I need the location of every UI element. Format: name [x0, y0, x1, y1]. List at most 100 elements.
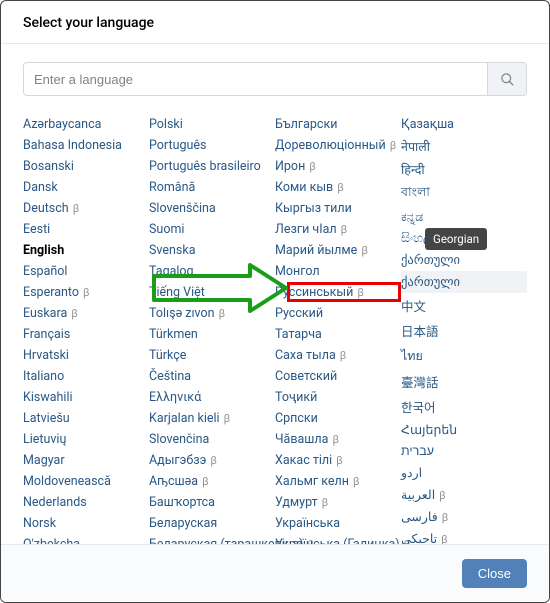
language-option[interactable]: Eesti [23, 219, 149, 240]
search-input[interactable] [23, 62, 487, 96]
language-option[interactable]: فارسیβ [401, 506, 527, 528]
language-option[interactable]: Polski [149, 114, 275, 135]
language-option[interactable]: Српски [275, 408, 401, 429]
language-option[interactable]: हिन्दी [401, 158, 527, 181]
language-option[interactable]: O'zbekcha [23, 534, 149, 544]
language-option[interactable]: עברית [401, 441, 527, 462]
language-option[interactable]: Slovenščina [149, 198, 275, 219]
language-option[interactable]: Hrvatski [23, 345, 149, 366]
language-option[interactable]: Nederlands [23, 492, 149, 513]
language-option[interactable]: Тоҷикӣ [275, 387, 401, 408]
language-label: O'zbekcha [23, 537, 80, 544]
language-label: Қазақша [401, 117, 454, 132]
language-option[interactable]: Dansk [23, 177, 149, 198]
language-option[interactable]: Tolışə zıvonβ [149, 303, 275, 324]
language-option[interactable]: Magyar [23, 450, 149, 471]
language-option[interactable]: Lietuvių [23, 429, 149, 450]
language-option[interactable]: Latviešu [23, 408, 149, 429]
language-option[interactable]: Удмуртβ [275, 492, 401, 513]
language-option[interactable]: 한국어 [401, 394, 527, 419]
language-option[interactable]: ქართული [401, 249, 527, 271]
language-option[interactable]: Хакас тілі β [275, 450, 401, 471]
language-option[interactable]: Slovenčina [149, 429, 275, 450]
language-option[interactable]: Лезги чІалβ [275, 219, 401, 240]
language-option[interactable]: 中文 [401, 293, 527, 318]
language-option[interactable]: Кыргыз тили [275, 198, 401, 219]
language-label: اردو [401, 465, 422, 481]
language-option[interactable]: Иронβ [275, 156, 401, 177]
language-label: 中文 [401, 296, 426, 315]
language-option[interactable]: Kiswahili [23, 387, 149, 408]
language-option[interactable]: Ελληνικά [149, 387, 275, 408]
language-option[interactable]: বাংলা [401, 181, 527, 207]
language-option[interactable]: Монгол [275, 261, 401, 282]
language-option[interactable]: اردو [401, 462, 527, 484]
language-option[interactable]: Karjalan kieliβ [149, 408, 275, 429]
language-option[interactable]: ไทย [401, 343, 527, 369]
beta-badge: β [322, 496, 329, 509]
language-option[interactable]: English [23, 240, 149, 261]
beta-badge: β [442, 511, 449, 524]
language-option[interactable]: Türkçe [149, 345, 275, 366]
language-option[interactable]: Moldovenească [23, 471, 149, 492]
language-option[interactable]: Azərbaycanca [23, 114, 149, 135]
language-option[interactable]: Tiếng Việt [149, 282, 275, 303]
language-option[interactable]: සිංහල [401, 228, 527, 249]
close-button[interactable]: Close [462, 559, 527, 588]
language-option[interactable]: Esperantoβ [23, 282, 149, 303]
language-label: Bosanski [23, 159, 74, 174]
language-option[interactable]: Татарча [275, 324, 401, 345]
language-option[interactable]: Norsk [23, 513, 149, 534]
language-option[interactable]: Bosanski [23, 156, 149, 177]
search-row [23, 62, 527, 96]
language-option[interactable]: العربيةβ [401, 484, 527, 506]
language-option[interactable]: Türkmen [149, 324, 275, 345]
language-option[interactable]: Дореволюціонныйβ [275, 135, 401, 156]
language-option[interactable]: Башҡортса [149, 492, 275, 513]
language-option[interactable]: Чӑвашлаβ [275, 429, 401, 450]
search-button[interactable] [487, 62, 527, 96]
language-label: Svenska [149, 243, 196, 258]
beta-badge: β [336, 454, 343, 467]
language-option[interactable]: ಕನ್ನಡ [401, 207, 527, 228]
language-option[interactable]: Français [23, 324, 149, 345]
language-option[interactable]: Саха тылаβ [275, 345, 401, 366]
language-option[interactable]: Хальмг келнβ [275, 471, 401, 492]
language-option[interactable]: Português [149, 135, 275, 156]
beta-badge: β [210, 454, 217, 467]
language-option[interactable]: Հայերեն [401, 419, 527, 441]
language-option[interactable]: Аҧсшәаβ [149, 471, 275, 492]
language-option[interactable]: Советский [275, 366, 401, 387]
language-option[interactable]: 日本語 [401, 318, 527, 343]
language-option[interactable]: Українська [275, 513, 401, 534]
language-option[interactable]: Адыгэбзэβ [149, 450, 275, 471]
language-option[interactable]: Suomi [149, 219, 275, 240]
language-label: Хакас тілі [275, 453, 332, 468]
language-option[interactable]: Română [149, 177, 275, 198]
language-label: Tiếng Việt [149, 285, 205, 300]
language-option[interactable]: Беларуская (тарашкевіца)β [149, 534, 275, 544]
language-label: ქართული [401, 252, 460, 268]
language-option[interactable]: Беларуская [149, 513, 275, 534]
language-option[interactable]: Қазақша [401, 114, 527, 135]
language-label: Тоҷикӣ [275, 390, 317, 405]
language-option[interactable]: 臺灣話 [401, 369, 527, 394]
language-option[interactable]: ქართული [401, 271, 527, 293]
language-option[interactable]: تاجیکیβ [401, 528, 527, 544]
language-option[interactable]: Марий йылмеβ [275, 240, 401, 261]
language-option[interactable]: Tagalog [149, 261, 275, 282]
language-option[interactable]: Коми кывβ [275, 177, 401, 198]
language-option[interactable]: Euskaraβ [23, 303, 149, 324]
language-option[interactable]: Italiano [23, 366, 149, 387]
language-option[interactable]: Български [275, 114, 401, 135]
language-option[interactable]: Українська (Галицка)β [275, 534, 401, 544]
language-option[interactable]: Português brasileiro [149, 156, 275, 177]
language-option[interactable]: Español [23, 261, 149, 282]
language-option[interactable]: Čeština [149, 366, 275, 387]
language-option[interactable]: Deutschβ [23, 198, 149, 219]
language-option[interactable]: नेपाली [401, 135, 527, 158]
language-option[interactable]: Руссинськыйβ [275, 282, 401, 303]
language-option[interactable]: Bahasa Indonesia [23, 135, 149, 156]
language-option[interactable]: Svenska [149, 240, 275, 261]
language-option[interactable]: Русский [275, 303, 401, 324]
